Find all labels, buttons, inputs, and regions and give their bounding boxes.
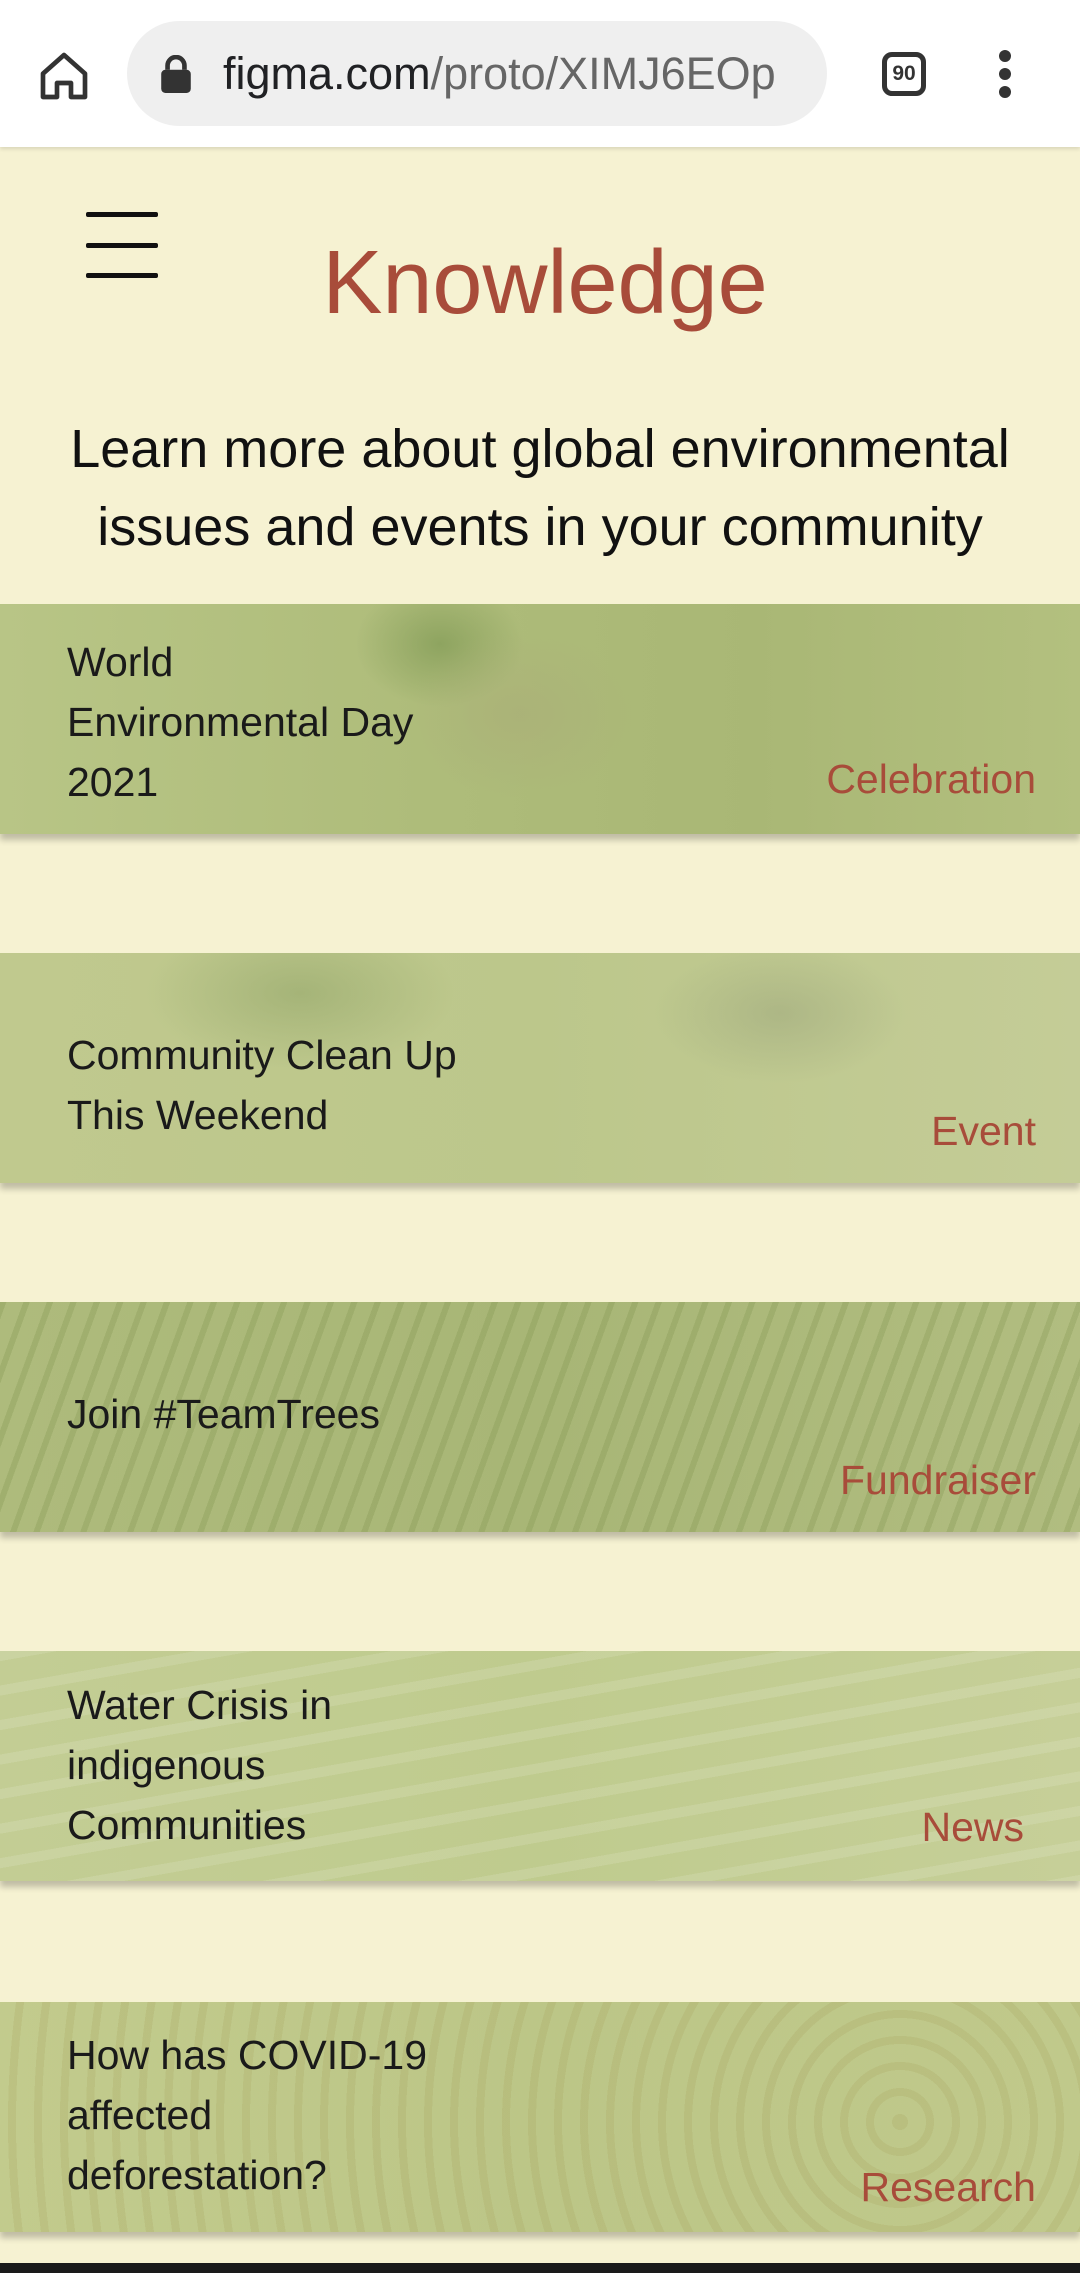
- knowledge-card-fundraiser[interactable]: Join #TeamTrees Fundraiser: [0, 1302, 1080, 1532]
- tab-switcher-button[interactable]: 90: [874, 44, 934, 104]
- tab-switcher-icon: 90: [882, 52, 926, 96]
- home-button[interactable]: [30, 42, 98, 110]
- url-domain: figma.com: [223, 47, 431, 99]
- card-title: World Environmental Day 2021: [67, 639, 414, 805]
- tab-count: 90: [892, 62, 916, 85]
- knowledge-card-research[interactable]: How has COVID-19 affected deforestation?…: [0, 2002, 1080, 2232]
- card-tag: Event: [931, 1108, 1036, 1154]
- knowledge-card-event[interactable]: Community Clean Up This Weekend Event: [0, 953, 1080, 1183]
- browser-toolbar: figma.com/proto/XIMJ6EOp 90: [0, 0, 1080, 147]
- card-tag: Fundraiser: [840, 1457, 1036, 1503]
- lock-icon: [161, 54, 191, 93]
- card-tag: Celebration: [826, 756, 1036, 802]
- bottom-edge: [0, 2263, 1080, 2273]
- url-text: figma.com/proto/XIMJ6EOp: [223, 48, 776, 100]
- home-icon: [40, 52, 88, 100]
- card-tag: Research: [860, 2164, 1036, 2210]
- page-subtitle: Learn more about global environmental is…: [70, 419, 1010, 557]
- card-tag: News: [921, 1804, 1024, 1850]
- knowledge-card-celebration[interactable]: World Environmental Day 2021 Celebration: [0, 604, 1080, 834]
- card-title: Community Clean Up This Weekend: [67, 1032, 457, 1138]
- card-title: How has COVID-19 affected deforestation?: [67, 2032, 428, 2198]
- knowledge-card-news[interactable]: Water Crisis in indigenous Communities N…: [0, 1651, 1080, 1881]
- card-title: Water Crisis in indigenous Communities: [67, 1682, 332, 1848]
- url-path: /proto/XIMJ6EOp: [430, 47, 776, 99]
- card-title: Join #TeamTrees: [67, 1391, 380, 1437]
- page-title: Knowledge: [322, 233, 768, 333]
- more-vert-icon[interactable]: [985, 42, 1025, 106]
- address-bar[interactable]: figma.com/proto/XIMJ6EOp: [127, 21, 827, 126]
